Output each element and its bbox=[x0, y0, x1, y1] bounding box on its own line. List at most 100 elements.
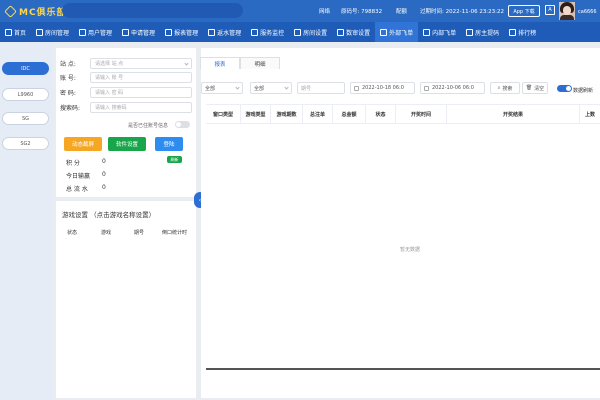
username[interactable]: ca6666 bbox=[578, 9, 597, 15]
nav-item-6[interactable]: 服务监控 bbox=[246, 22, 289, 42]
site-select[interactable]: 请选择 站 点 bbox=[90, 57, 192, 69]
nav-item-8[interactable]: 数审设置 bbox=[332, 22, 375, 42]
col-total-bets: 总注单 bbox=[303, 105, 333, 123]
language-button[interactable]: A bbox=[545, 5, 555, 15]
col-draw-result: 开奖结果 bbox=[447, 105, 580, 123]
sync-icon bbox=[423, 28, 431, 36]
login-button[interactable]: 登陆 bbox=[155, 137, 183, 151]
game-settings-header: 状态 游戏 期号 倒口统计时 bbox=[56, 229, 196, 237]
window-type-select[interactable]: 全部 bbox=[201, 82, 243, 94]
nav-item-0[interactable]: 首页 bbox=[0, 22, 31, 42]
tab-detail[interactable]: 明细 bbox=[240, 57, 280, 69]
save-account-toggle[interactable] bbox=[175, 121, 190, 128]
nav-item-7[interactable]: 房间设置 bbox=[289, 22, 332, 42]
nav-item-4[interactable]: 报表管理 bbox=[160, 22, 203, 42]
chevron-down-icon bbox=[184, 60, 189, 66]
table-bottom-border bbox=[206, 368, 600, 370]
quota-label: 配额 bbox=[396, 9, 408, 15]
calendar-icon bbox=[424, 85, 429, 91]
site-tab-sg[interactable]: SG bbox=[2, 112, 49, 125]
chart-icon bbox=[165, 28, 173, 36]
settings-icon bbox=[294, 28, 302, 36]
search-button[interactable]: ⌕ 搜索 bbox=[490, 82, 520, 94]
code-icon bbox=[466, 28, 474, 36]
today-value: 0 bbox=[102, 171, 106, 178]
report-panel bbox=[201, 48, 600, 398]
col-draw-time: 开奖时间 bbox=[396, 105, 447, 123]
shield-icon bbox=[337, 28, 345, 36]
logo-text: MC俱乐部 bbox=[19, 7, 67, 18]
auto-fly-button[interactable]: 动态截屏 bbox=[64, 137, 102, 151]
nav-item-label: 申请管理 bbox=[131, 29, 156, 37]
water-label: 总 流 水 bbox=[66, 186, 88, 193]
start-date-picker[interactable]: 2022-10-18 06:0 bbox=[350, 82, 415, 94]
tab-report[interactable]: 报表 bbox=[200, 57, 240, 69]
nav-item-12[interactable]: 排行榜 bbox=[504, 22, 541, 42]
nav-item-label: 服务监控 bbox=[260, 29, 285, 37]
monitor-icon bbox=[251, 28, 259, 36]
nav-item-1[interactable]: 房间管理 bbox=[31, 22, 74, 42]
avatar[interactable] bbox=[559, 2, 575, 20]
game-settings-title: 游戏设置 （点击游戏名称设置） bbox=[62, 211, 156, 219]
auto-refresh-label: 数据刷新 bbox=[573, 88, 594, 94]
top-bar: MC俱乐部 网络 原码号: 798832 配额 过期时间: 2022-11-06… bbox=[0, 0, 600, 22]
nav-item-label: 数审设置 bbox=[346, 29, 371, 37]
clear-button[interactable]: 🗑 清空 bbox=[522, 82, 548, 94]
divider bbox=[56, 197, 196, 201]
captcha-row: 搜索码: 请输入 搜索码 bbox=[60, 101, 192, 113]
rank-icon bbox=[509, 28, 517, 36]
user-icon bbox=[79, 28, 87, 36]
nav-item-2[interactable]: 用户管理 bbox=[74, 22, 117, 42]
game-type-select[interactable]: 全部 bbox=[250, 82, 292, 94]
nav-item-label: 房间设置 bbox=[303, 29, 328, 37]
password-label: 密 码: bbox=[60, 89, 76, 97]
nav-item-9[interactable]: 外部飞单 bbox=[375, 22, 419, 42]
password-input[interactable]: 请输入 密 码 bbox=[90, 86, 192, 98]
site-tabs: IDC L9960 SG SG2 bbox=[0, 42, 53, 400]
captcha-input[interactable]: 请输入 搜索码 bbox=[90, 101, 192, 113]
nav-item-label: 用户管理 bbox=[88, 29, 113, 37]
nav-item-label: 排行榜 bbox=[518, 29, 537, 37]
apply-icon bbox=[122, 28, 130, 36]
nav-item-11[interactable]: 房主提码 bbox=[461, 22, 504, 42]
save-account-label: 是否已住账号信息 bbox=[128, 123, 169, 129]
nav-item-label: 外部飞单 bbox=[389, 29, 414, 37]
col-window-type: 窗口类型 bbox=[206, 105, 241, 123]
nav-item-3[interactable]: 申请管理 bbox=[117, 22, 160, 42]
nav-item-label: 房间管理 bbox=[45, 29, 70, 37]
announcement-bar bbox=[62, 3, 243, 18]
site-tab-idc[interactable]: IDC bbox=[2, 62, 49, 75]
site-row: 站 点: 请选择 站 点 bbox=[60, 57, 192, 69]
network-status: 网络 bbox=[319, 9, 331, 15]
send-icon bbox=[380, 28, 388, 36]
auto-refresh-toggle[interactable] bbox=[557, 85, 572, 92]
account-input[interactable]: 请输入 账 号 bbox=[90, 71, 192, 83]
logo: MC俱乐部 bbox=[4, 4, 67, 18]
site-label: 站 点: bbox=[60, 60, 76, 68]
nav-item-10[interactable]: 内部飞单 bbox=[418, 22, 461, 42]
game-col-game: 游戏 bbox=[101, 230, 112, 236]
site-tab-sg2[interactable]: SG2 bbox=[2, 137, 49, 150]
points-value: 0 bbox=[102, 158, 106, 165]
points-label: 积 分 bbox=[66, 160, 80, 167]
software-settings-button[interactable]: 软件设置 bbox=[108, 137, 146, 151]
nav-item-label: 返水管理 bbox=[217, 29, 242, 37]
agent-code: 原码号: 798832 bbox=[341, 9, 383, 15]
calendar-icon bbox=[354, 85, 359, 91]
game-col-status: 状态 bbox=[67, 230, 78, 236]
period-input[interactable]: 期号 bbox=[297, 82, 345, 94]
nav-item-5[interactable]: 返水管理 bbox=[203, 22, 246, 42]
trash-icon: 🗑 bbox=[525, 85, 533, 91]
empty-state: 暂无数据 bbox=[399, 247, 420, 253]
col-game-type: 游戏类型 bbox=[241, 105, 271, 123]
home-icon bbox=[5, 28, 12, 36]
col-status: 状态 bbox=[366, 105, 396, 123]
account-row: 账 号: 请输入 账 号 bbox=[60, 71, 192, 83]
chevron-down-icon bbox=[235, 85, 240, 90]
refresh-button[interactable]: 刷新 bbox=[167, 156, 182, 163]
end-date-picker[interactable]: 2022-10-06 06:0 bbox=[420, 82, 485, 94]
game-col-countdown: 倒口统计时 bbox=[162, 230, 188, 236]
site-tab-l9960[interactable]: L9960 bbox=[2, 88, 49, 101]
app-download-button[interactable]: App 下载 bbox=[508, 5, 540, 17]
captcha-label: 搜索码: bbox=[60, 104, 81, 112]
